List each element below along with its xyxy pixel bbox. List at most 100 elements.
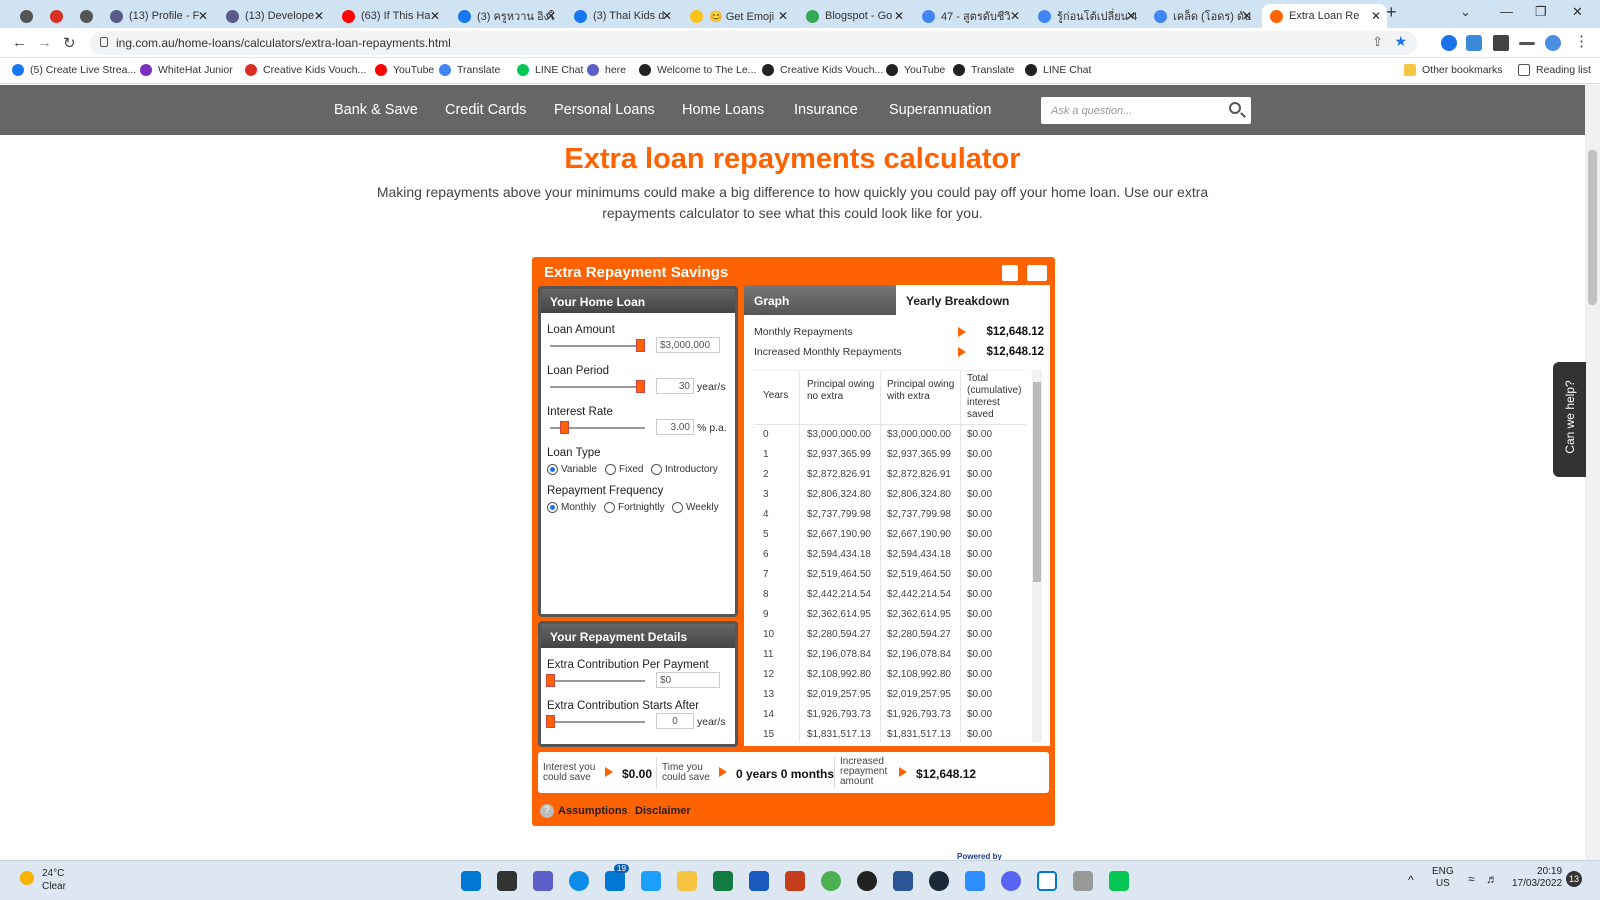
bookmark-item[interactable]: Creative Kids Vouch... bbox=[762, 64, 883, 76]
weather-widget[interactable]: 24°C Clear bbox=[20, 867, 66, 893]
tab-close-icon[interactable]: ✕ bbox=[1371, 9, 1381, 23]
bookmark-item[interactable]: WhiteHat Junior bbox=[140, 64, 233, 76]
print-icon[interactable] bbox=[1027, 265, 1047, 281]
tab-close-icon[interactable]: ✕ bbox=[1010, 9, 1020, 23]
table-scrollbar-thumb[interactable] bbox=[1033, 382, 1041, 582]
extra-contribution-input[interactable]: $0 bbox=[656, 672, 720, 688]
browser-tab[interactable]: (13) Develope ✕ bbox=[218, 4, 330, 28]
language-indicator[interactable]: ENG US bbox=[1432, 866, 1454, 890]
start-icon[interactable] bbox=[461, 871, 481, 891]
browser-tab[interactable]: รู้ก่อนโต้เปลี่ยน 4 ✕ bbox=[1030, 4, 1142, 28]
bookmark-item[interactable]: Welcome to The Le... bbox=[639, 64, 756, 76]
steam-icon[interactable] bbox=[929, 871, 949, 891]
loan-type-variable-radio[interactable]: Variable bbox=[547, 464, 597, 475]
close-window-icon[interactable]: ✕ bbox=[1572, 4, 1583, 20]
media-icon[interactable] bbox=[1519, 42, 1535, 45]
freq-weekly-radio[interactable]: Weekly bbox=[672, 502, 719, 513]
slider-thumb[interactable] bbox=[636, 380, 645, 393]
search-icon[interactable] bbox=[1229, 102, 1241, 114]
bookmark-item[interactable]: Creative Kids Vouch... bbox=[245, 64, 366, 76]
save-icon[interactable] bbox=[1002, 265, 1018, 281]
new-tab-icon[interactable]: + bbox=[1386, 2, 1397, 23]
extra-starts-input[interactable]: 0 bbox=[656, 713, 694, 729]
assumptions-link[interactable]: Assumptions bbox=[558, 805, 628, 817]
teams-chat-icon[interactable] bbox=[533, 871, 553, 891]
browser-tab[interactable]: (63) If This Ha ✕ bbox=[334, 4, 446, 28]
reload-icon[interactable]: ↻ bbox=[63, 34, 76, 52]
table-scrollbar[interactable] bbox=[1032, 370, 1042, 742]
excel-icon[interactable] bbox=[713, 871, 733, 891]
search-input[interactable]: Ask a question... bbox=[1041, 97, 1251, 124]
bookmark-item[interactable]: Translate bbox=[439, 64, 500, 76]
bookmark-item[interactable]: LINE Chat bbox=[517, 64, 583, 76]
tab-close-icon[interactable]: ✕ bbox=[546, 9, 556, 23]
store-icon[interactable] bbox=[893, 871, 913, 891]
profile-avatar[interactable] bbox=[1545, 35, 1561, 51]
loan-amount-input[interactable]: $3,000,000 bbox=[656, 337, 720, 353]
app-icon[interactable] bbox=[1037, 871, 1057, 891]
tab-close-icon[interactable]: ✕ bbox=[198, 9, 208, 23]
page-scrollbar-thumb[interactable] bbox=[1588, 150, 1597, 305]
share-icon[interactable]: ⇧ bbox=[1372, 34, 1383, 50]
loan-period-input[interactable]: 30 bbox=[656, 378, 694, 394]
tab-graph[interactable]: Graph bbox=[744, 285, 896, 315]
tab-close-icon[interactable]: ✕ bbox=[430, 9, 440, 23]
notification-badge[interactable]: 13 bbox=[1566, 871, 1582, 887]
browser-tab[interactable]: (13) Profile - F ✕ bbox=[102, 4, 214, 28]
bookmark-item[interactable]: Translate bbox=[953, 64, 1014, 76]
extra-contribution-slider[interactable] bbox=[550, 680, 645, 682]
reading-list[interactable]: Reading list bbox=[1518, 64, 1591, 76]
nav-credit-cards[interactable]: Credit Cards bbox=[445, 102, 526, 118]
nav-home-loans[interactable]: Home Loans bbox=[682, 102, 764, 118]
browser-tab[interactable]: เคล็ด (โอดร) ดับ ✕ bbox=[1146, 4, 1258, 28]
loan-type-fixed-radio[interactable]: Fixed bbox=[605, 464, 643, 475]
browser-tab[interactable]: (3) ครูหวาน อิงใ ✕ bbox=[450, 4, 562, 28]
app-icon[interactable] bbox=[857, 871, 877, 891]
loan-amount-slider[interactable] bbox=[550, 345, 645, 347]
app-icon[interactable] bbox=[641, 871, 661, 891]
bookmark-item[interactable]: YouTube bbox=[886, 64, 945, 76]
can-we-help-tab[interactable]: Can we help? bbox=[1553, 362, 1586, 477]
line-icon[interactable] bbox=[1109, 871, 1129, 891]
tab-close-icon[interactable]: ✕ bbox=[894, 9, 904, 23]
help-question-icon[interactable]: ? bbox=[540, 804, 554, 818]
extensions-puzzle-icon[interactable] bbox=[1493, 35, 1509, 51]
tab-close-icon[interactable]: ✕ bbox=[662, 9, 672, 23]
forward-icon[interactable]: → bbox=[37, 34, 52, 51]
browser-tab[interactable]: Blogspot - Go ✕ bbox=[798, 4, 910, 28]
browser-tab[interactable]: 47 - สูตรดับชีวิ ✕ bbox=[914, 4, 1026, 28]
bookmark-item[interactable]: here bbox=[587, 64, 626, 76]
app-icon[interactable] bbox=[1073, 871, 1093, 891]
edge-icon[interactable] bbox=[569, 871, 589, 891]
clock[interactable]: 20:19 17/03/2022 bbox=[1512, 866, 1562, 890]
volume-icon[interactable]: ♬ bbox=[1486, 872, 1498, 886]
nav-personal-loans[interactable]: Personal Loans bbox=[554, 102, 655, 118]
tab-close-icon[interactable]: ✕ bbox=[1126, 9, 1136, 23]
file-explorer-icon[interactable] bbox=[677, 871, 697, 891]
powerpoint-icon[interactable] bbox=[785, 871, 805, 891]
slider-thumb[interactable] bbox=[636, 339, 645, 352]
browser-tab[interactable]: (3) Thai Kids d ✕ bbox=[566, 4, 678, 28]
word-icon[interactable] bbox=[749, 871, 769, 891]
bookmark-star-icon[interactable]: ★ bbox=[1394, 33, 1407, 50]
browser-tab[interactable]: Extra Loan Re ✕ bbox=[1262, 4, 1387, 28]
bookmark-item[interactable]: LINE Chat bbox=[1025, 64, 1091, 76]
slider-thumb[interactable] bbox=[559, 421, 569, 434]
loan-type-introductory-radio[interactable]: Introductory bbox=[651, 464, 718, 475]
zoom-icon[interactable] bbox=[965, 871, 985, 891]
tab-close-icon[interactable]: ✕ bbox=[314, 9, 324, 23]
mail-icon[interactable] bbox=[605, 871, 625, 891]
slider-thumb[interactable] bbox=[546, 715, 555, 728]
chevron-down-icon[interactable]: ⌄ bbox=[1460, 4, 1471, 20]
extension-icon[interactable] bbox=[1441, 35, 1457, 51]
bookmark-item[interactable]: (5) Create Live Strea... bbox=[12, 64, 136, 76]
freq-fortnightly-radio[interactable]: Fortnightly bbox=[604, 502, 665, 513]
disclaimer-link[interactable]: Disclaimer bbox=[635, 805, 691, 817]
browser-menu-icon[interactable]: ⋮ bbox=[1574, 32, 1589, 50]
tray-chevron-icon[interactable]: ^ bbox=[1408, 873, 1414, 887]
bookmark-item[interactable]: YouTube bbox=[375, 64, 434, 76]
tab-yearly-breakdown[interactable]: Yearly Breakdown bbox=[896, 285, 1050, 315]
browser-tab[interactable] bbox=[12, 4, 38, 28]
browser-tab[interactable] bbox=[72, 4, 98, 28]
minimize-icon[interactable]: — bbox=[1500, 4, 1513, 19]
